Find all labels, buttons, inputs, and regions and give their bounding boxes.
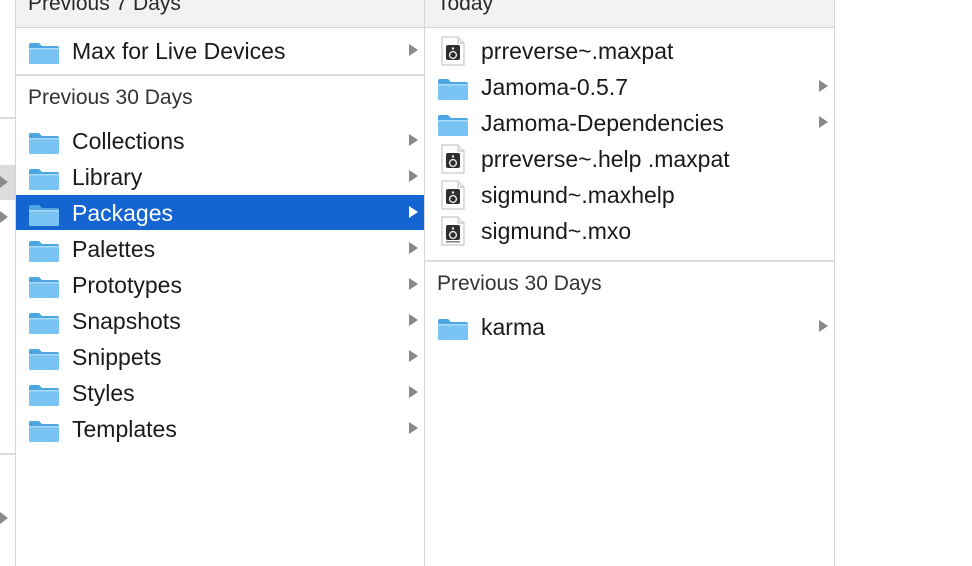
folder-icon: [437, 114, 469, 137]
disclosure-arrow-icon: [409, 242, 418, 254]
disclosure-arrow-icon: [819, 80, 828, 92]
column-header-label: Previous 7 Days: [28, 0, 181, 15]
disclosure-arrow-icon: [409, 44, 418, 56]
folder-icon: [28, 204, 60, 227]
list-item-label: Snippets: [72, 344, 162, 370]
empty-column: [835, 0, 972, 566]
list-item[interactable]: Max for Live Devices: [16, 33, 424, 68]
list-item[interactable]: Library: [16, 159, 424, 194]
list-item[interactable]: Collections: [16, 123, 424, 158]
folder-icon: [28, 240, 60, 263]
folder-icon: [437, 78, 469, 101]
list-item-label: prreverse~.maxpat: [481, 38, 674, 64]
list-item[interactable]: Palettes: [16, 231, 424, 266]
column-header: Today: [425, 0, 834, 28]
browser-column-1: Previous 7 Days Max for Live Devices Pre…: [16, 0, 425, 566]
disclosure-arrow-icon: [409, 350, 418, 362]
list-item[interactable]: prreverse~.maxpat: [425, 33, 834, 68]
disclosure-arrow-icon: [409, 134, 418, 146]
list-item[interactable]: Jamoma-Dependencies: [425, 105, 834, 140]
max-document-icon: [441, 36, 465, 66]
max-document-icon: [441, 180, 465, 210]
list-item[interactable]: Snippets: [16, 339, 424, 374]
section-label: Previous 30 Days: [437, 272, 602, 295]
list-item[interactable]: Snapshots: [16, 303, 424, 338]
folder-icon: [28, 276, 60, 299]
folder-icon: [28, 384, 60, 407]
list-item-label: Max for Live Devices: [72, 38, 286, 64]
list-item[interactable]: Prototypes: [16, 267, 424, 302]
disclosure-arrow-icon: [409, 386, 418, 398]
list-item-label: Snapshots: [72, 308, 181, 334]
list-item-label: Palettes: [72, 236, 156, 262]
disclosure-arrow-icon: [0, 211, 8, 223]
list-item-label: Styles: [72, 380, 135, 406]
disclosure-arrow-icon: [409, 422, 418, 434]
list-item-label: Jamoma-Dependencies: [481, 110, 724, 136]
section-divider: [0, 453, 15, 455]
list-item-label: Jamoma-0.5.7: [481, 74, 629, 100]
list-item[interactable]: Jamoma-0.5.7: [425, 69, 834, 104]
disclosure-arrow-icon: [409, 170, 418, 182]
folder-icon: [28, 312, 60, 335]
disclosure-arrow-icon: [409, 314, 418, 326]
list-item-label: Prototypes: [72, 272, 182, 298]
folder-icon: [28, 168, 60, 191]
folder-icon: [28, 420, 60, 443]
disclosure-arrow-icon: [0, 512, 8, 524]
section-divider: [16, 74, 424, 76]
list-item-label: Packages: [72, 200, 174, 226]
list-item-label: karma: [481, 314, 545, 340]
list-item[interactable]: Styles: [16, 375, 424, 410]
list-item[interactable]: sigmund~.mxo: [425, 213, 834, 248]
list-item[interactable]: Packages: [16, 195, 424, 230]
disclosure-arrow-icon: [819, 320, 828, 332]
folder-icon: [28, 42, 60, 65]
folder-icon: [437, 318, 469, 341]
list-item-label: Library: [72, 164, 143, 190]
list-item-label: prreverse~.help .maxpat: [481, 146, 730, 172]
list-item[interactable]: prreverse~.help .maxpat: [425, 141, 834, 176]
list-item-label: sigmund~.maxhelp: [481, 182, 675, 208]
column-header-label: Today: [437, 0, 494, 15]
folder-icon: [28, 132, 60, 155]
list-item[interactable]: sigmund~.maxhelp: [425, 177, 834, 212]
column-header: Previous 7 Days: [16, 0, 424, 28]
disclosure-arrow-icon: [409, 278, 418, 290]
list-item-label: sigmund~.mxo: [481, 218, 632, 244]
list-item-label: Templates: [72, 416, 177, 442]
section-label: Previous 30 Days: [28, 86, 193, 109]
disclosure-arrow-icon: [409, 206, 418, 218]
column-stub-left: [0, 0, 16, 566]
disclosure-arrow-icon: [819, 116, 828, 128]
list-item[interactable]: Templates: [16, 411, 424, 446]
list-item-label: Collections: [72, 128, 185, 154]
section-divider: [425, 260, 834, 262]
browser-column-2: Today prreverse~.maxpat Jamoma-0.5.7 Jamom…: [425, 0, 835, 566]
max-document-icon: [441, 144, 465, 174]
disclosure-arrow-icon: [0, 176, 8, 188]
section-divider: [0, 117, 15, 119]
folder-icon: [28, 348, 60, 371]
max-external-icon: [441, 216, 465, 246]
list-item[interactable]: karma: [425, 309, 834, 344]
